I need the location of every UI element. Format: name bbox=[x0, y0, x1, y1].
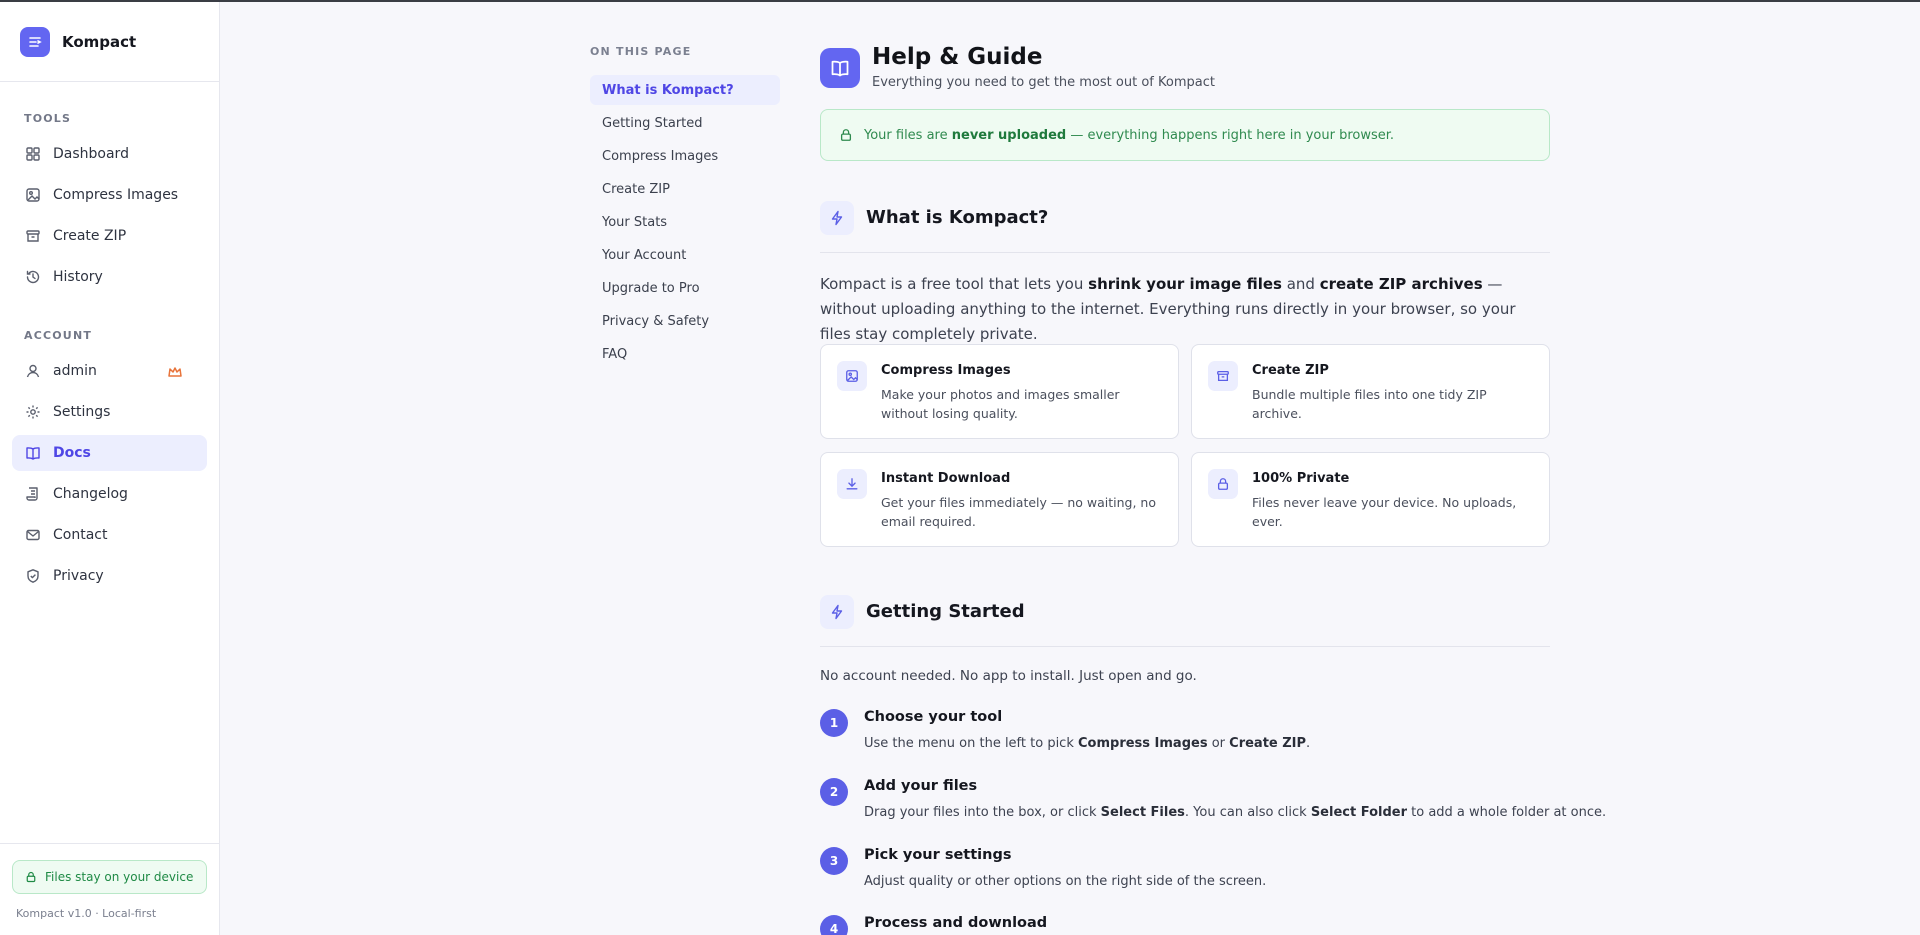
sidebar-item-admin[interactable]: admin bbox=[12, 353, 207, 389]
lock-icon bbox=[840, 129, 852, 141]
toc-item-create-zip[interactable]: Create ZIP bbox=[590, 174, 780, 204]
device-badge-text: Files stay on your device bbox=[45, 870, 194, 884]
sidebar-item-dashboard[interactable]: Dashboard bbox=[12, 136, 207, 172]
book-icon bbox=[26, 447, 40, 460]
crown-icon bbox=[168, 367, 182, 377]
sidebar-item-label: Dashboard bbox=[53, 146, 129, 162]
lightning-icon bbox=[820, 201, 854, 235]
card-desc: Get your files immediately — no waiting,… bbox=[881, 495, 1156, 529]
book-icon bbox=[820, 48, 860, 88]
app-version: Kompact v1.0 · Local-first bbox=[16, 907, 157, 920]
image-icon bbox=[26, 188, 40, 202]
card-desc: Make your photos and images smaller with… bbox=[881, 387, 1120, 421]
tools-heading: TOOLS bbox=[24, 112, 72, 125]
sidebar-item-label: Privacy bbox=[53, 568, 104, 584]
step-title: Pick your settings bbox=[864, 847, 1012, 863]
step-desc: Use the menu on the left to pick Compres… bbox=[864, 736, 1311, 751]
page-subtitle: Everything you need to get the most out … bbox=[872, 75, 1215, 90]
toc-item-faq[interactable]: FAQ bbox=[590, 339, 780, 369]
sidebar-item-history[interactable]: History bbox=[12, 259, 207, 295]
grid-icon bbox=[26, 147, 40, 161]
lock-icon bbox=[1208, 469, 1238, 499]
mail-icon bbox=[26, 529, 40, 541]
page-title: Help & Guide bbox=[872, 44, 1043, 70]
card-title: Create ZIP bbox=[1252, 363, 1329, 378]
toc-item-compress-images[interactable]: Compress Images bbox=[590, 141, 780, 171]
gear-icon bbox=[26, 405, 40, 419]
sidebar: Kompact TOOLS Dashboard Compress Images … bbox=[0, 2, 220, 935]
toc-item-your-account[interactable]: Your Account bbox=[590, 240, 780, 270]
sidebar-item-label: Compress Images bbox=[53, 187, 179, 203]
card-title: 100% Private bbox=[1252, 471, 1350, 486]
step-number: 3 bbox=[820, 847, 848, 875]
section-divider bbox=[820, 252, 1550, 253]
sidebar-item-compress-images[interactable]: Compress Images bbox=[12, 177, 207, 213]
history-icon bbox=[26, 270, 40, 284]
sidebar-item-label: Create ZIP bbox=[53, 228, 127, 244]
sidebar-item-label: Contact bbox=[53, 527, 108, 543]
device-badge: Files stay on your device bbox=[12, 860, 207, 894]
sidebar-item-docs[interactable]: Docs bbox=[12, 435, 207, 471]
card-desc: Bundle multiple files into one tidy ZIP … bbox=[1252, 387, 1487, 421]
step-title: Add your files bbox=[864, 778, 978, 794]
app-name: Kompact bbox=[62, 32, 137, 51]
step-number: 1 bbox=[820, 709, 848, 737]
step-number: 4 bbox=[820, 915, 848, 935]
logo-icon bbox=[20, 26, 50, 57]
account-heading: ACCOUNT bbox=[24, 329, 93, 342]
section-title-getting-started: Getting Started bbox=[866, 601, 1025, 622]
step-title: Process and download bbox=[864, 915, 1048, 931]
shield-icon bbox=[27, 569, 39, 583]
sidebar-item-create-zip[interactable]: Create ZIP bbox=[12, 218, 207, 254]
feature-card-compress: Compress Images Make your photos and ima… bbox=[820, 344, 1179, 439]
sidebar-item-privacy[interactable]: Privacy bbox=[12, 558, 207, 594]
scroll-icon bbox=[26, 487, 38, 501]
card-title: Instant Download bbox=[881, 471, 1011, 486]
toc-item-your-stats[interactable]: Your Stats bbox=[590, 207, 780, 237]
card-desc: Files never leave your device. No upload… bbox=[1252, 495, 1517, 529]
sidebar-item-label: Docs bbox=[53, 445, 91, 461]
sidebar-item-label: History bbox=[53, 269, 103, 285]
toc-item-privacy-safety[interactable]: Privacy & Safety bbox=[590, 306, 780, 336]
lock-icon bbox=[26, 871, 36, 883]
card-title: Compress Images bbox=[881, 363, 1011, 378]
toc-item-what-is-kompact[interactable]: What is Kompact? bbox=[590, 75, 780, 105]
sidebar-item-label: admin bbox=[53, 363, 97, 379]
section-title-what-is: What is Kompact? bbox=[866, 207, 1049, 228]
getting-started-intro: No account needed. No app to install. Ju… bbox=[820, 668, 1197, 684]
step-number: 2 bbox=[820, 778, 848, 806]
sidebar-item-settings[interactable]: Settings bbox=[12, 394, 207, 430]
intro-paragraph: Kompact is a free tool that lets you shr… bbox=[820, 275, 1516, 343]
lightning-icon bbox=[820, 595, 854, 629]
toc-item-getting-started[interactable]: Getting Started bbox=[590, 108, 780, 138]
step-desc: Drag your files into the box, or click S… bbox=[864, 805, 1607, 820]
sidebar-item-label: Settings bbox=[53, 404, 111, 420]
sidebar-footer: Files stay on your device Kompact v1.0 ·… bbox=[0, 843, 219, 935]
sidebar-item-label: Changelog bbox=[53, 486, 128, 502]
archive-icon bbox=[1208, 361, 1238, 391]
brand[interactable]: Kompact bbox=[0, 2, 219, 82]
toc-item-upgrade-to-pro[interactable]: Upgrade to Pro bbox=[590, 273, 780, 303]
download-icon bbox=[837, 469, 867, 499]
feature-card-private: 100% Private Files never leave your devi… bbox=[1191, 452, 1550, 547]
image-icon bbox=[837, 361, 867, 391]
banner-text: Your files are never uploaded — everythi… bbox=[864, 127, 1395, 143]
sidebar-item-contact[interactable]: Contact bbox=[12, 517, 207, 553]
toc-title: ON THIS PAGE bbox=[590, 45, 692, 58]
feature-card-download: Instant Download Get your files immediat… bbox=[820, 452, 1179, 547]
section-divider bbox=[820, 646, 1550, 647]
step-title: Choose your tool bbox=[864, 709, 1003, 725]
privacy-banner: Your files are never uploaded — everythi… bbox=[820, 109, 1550, 161]
user-icon bbox=[26, 364, 40, 378]
sidebar-item-changelog[interactable]: Changelog bbox=[12, 476, 207, 512]
step-desc: Adjust quality or other options on the r… bbox=[864, 874, 1267, 889]
feature-card-zip: Create ZIP Bundle multiple files into on… bbox=[1191, 344, 1550, 439]
archive-icon bbox=[26, 230, 40, 242]
